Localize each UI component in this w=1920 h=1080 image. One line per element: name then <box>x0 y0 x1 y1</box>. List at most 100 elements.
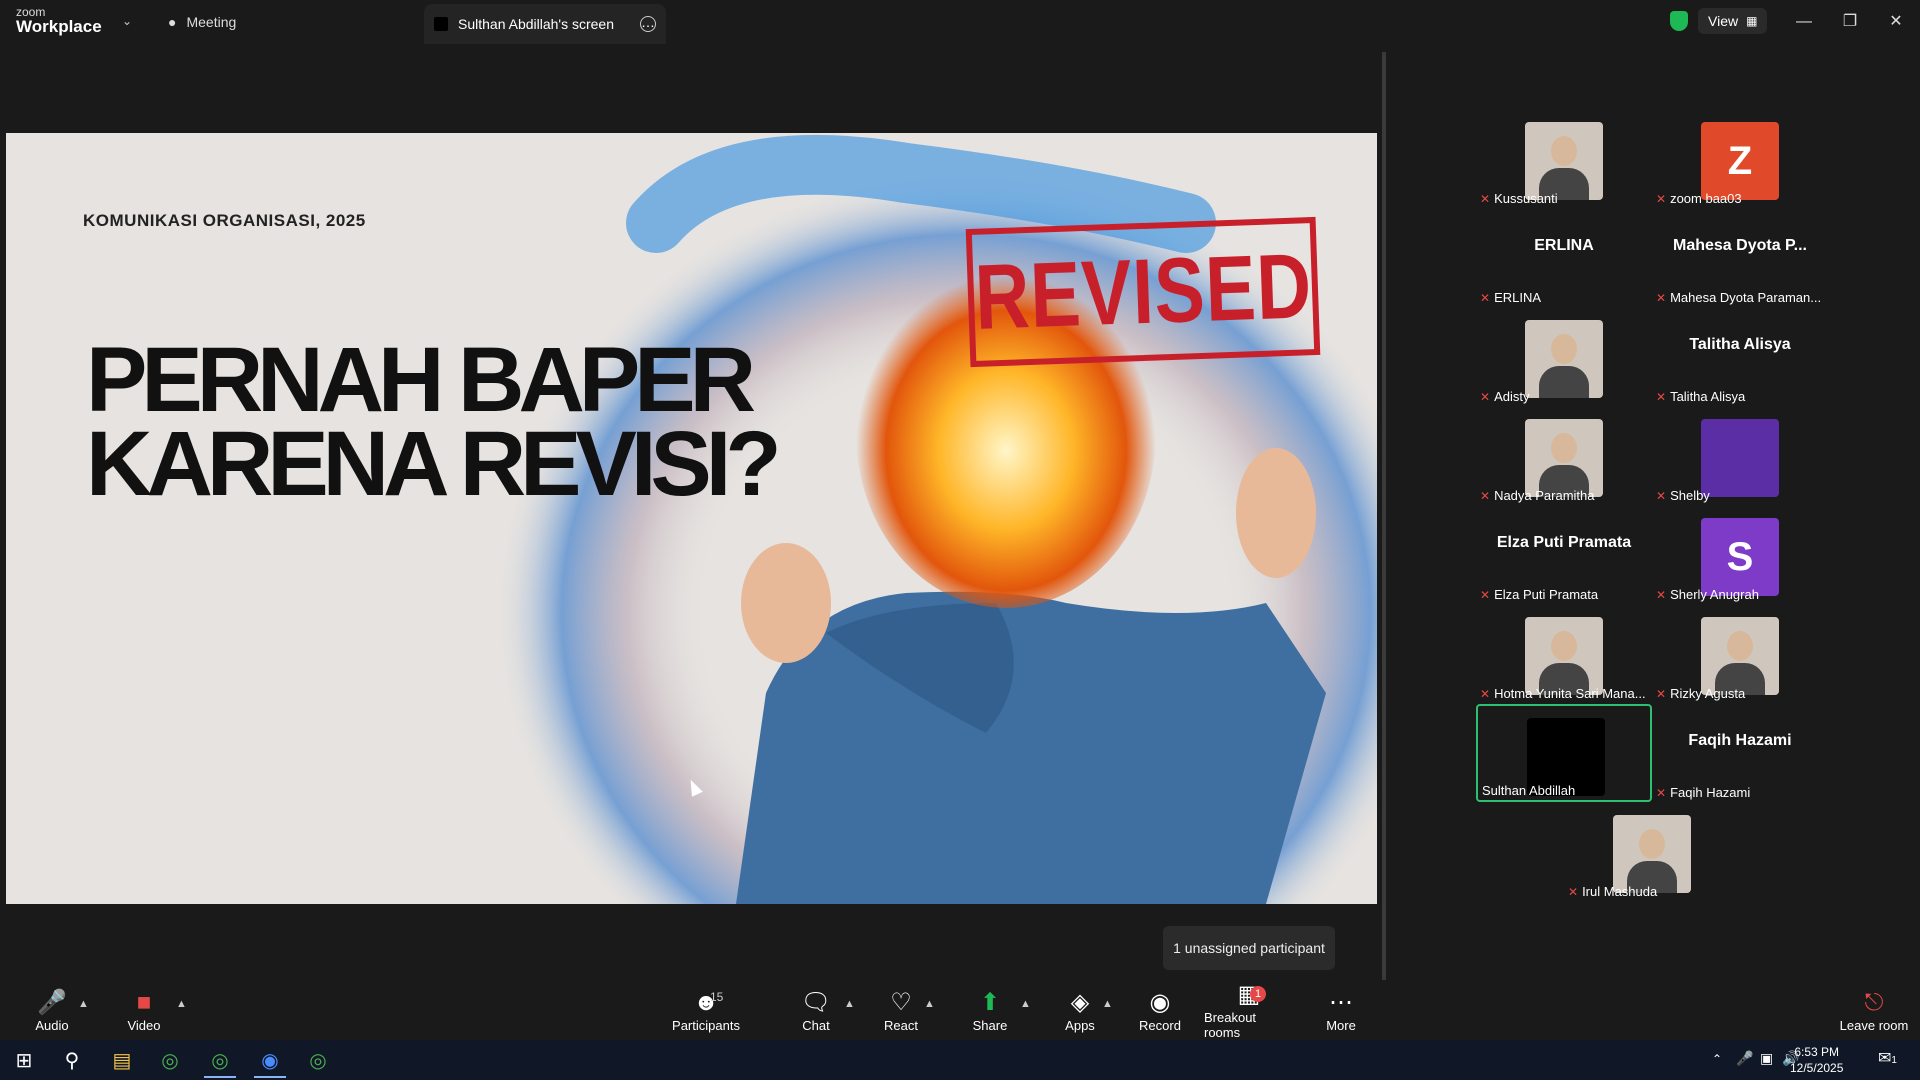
slide-title: PERNAH BAPER KARENA REVISI? <box>86 334 846 510</box>
breakout-label: Breakout rooms <box>1204 1010 1257 1040</box>
participant-name-label: ✕ Mahesa Dyota Paraman... <box>1656 290 1821 305</box>
participant-name: Adisty <box>1494 389 1530 404</box>
video-off-icon: ■ <box>136 988 152 1016</box>
close-icon[interactable]: ✕ <box>1884 10 1908 34</box>
record-label: Record <box>1139 1017 1181 1033</box>
tray-overflow-icon[interactable]: ⌃ <box>1712 1052 1722 1066</box>
mic-muted-icon: ✕ <box>1480 290 1491 305</box>
view-label: View <box>1708 13 1739 29</box>
app-logo: zoom Workplace <box>16 6 102 35</box>
participant-tile[interactable]: Sulthan Abdillah <box>1476 704 1652 802</box>
slide-kicker: KOMUNIKASI ORGANISASI, 2025 <box>83 211 366 230</box>
participant-display-name: Faqih Hazami <box>1688 732 1792 749</box>
apps-label: Apps <box>1065 1017 1095 1033</box>
screen-thumbnail-icon <box>434 17 448 31</box>
logo-text-workplace: Workplace <box>16 17 102 36</box>
participant-name: zoom baa03 <box>1670 191 1742 206</box>
participant-tile[interactable]: ✕ Hotma Yunita Sari Mana... <box>1476 605 1652 703</box>
file-explorer-icon[interactable]: ▤ <box>106 1044 138 1076</box>
network-icon[interactable]: ▣ <box>1760 1050 1773 1067</box>
mic-muted-icon: ✕ <box>1568 884 1579 899</box>
windows-start-icon[interactable]: ⊞ <box>8 1044 40 1076</box>
more-options-icon[interactable]: … <box>640 15 656 32</box>
restore-icon[interactable]: ❐ <box>1838 10 1862 34</box>
participant-name: Shelby <box>1670 488 1710 503</box>
audio-button[interactable]: 🎤 Audio <box>30 980 74 1040</box>
participant-name: ERLINA <box>1494 290 1542 305</box>
participants-label: Participants <box>672 1017 740 1033</box>
video-options-caret[interactable]: ▲ <box>176 998 187 1010</box>
participant-tile[interactable]: ✕ Irul Mashuda <box>1564 803 1740 901</box>
participants-button[interactable]: ☻ 15 Participants <box>666 980 746 1040</box>
chrome-icon[interactable]: ◎ <box>154 1044 186 1076</box>
leave-room-button[interactable]: ⎋ Leave room <box>1836 980 1912 1040</box>
participant-avatar: Z <box>1701 122 1779 200</box>
participant-tile[interactable]: ✕ Nadya Paramitha <box>1476 407 1652 505</box>
shield-check-icon[interactable] <box>1670 11 1688 31</box>
chevron-down-icon[interactable]: ⌄ <box>122 14 132 28</box>
apps-options-caret[interactable]: ▲ <box>1102 998 1113 1010</box>
minimize-icon[interactable]: — <box>1792 10 1816 34</box>
participant-display-name: ERLINA <box>1534 237 1594 254</box>
share-screen-icon: ⬆ <box>979 988 1001 1016</box>
notifications-icon[interactable]: ✉1 <box>1878 1048 1897 1068</box>
tab-meeting[interactable]: ● Meeting <box>168 0 236 44</box>
breakout-badge: 1 <box>1250 986 1266 1002</box>
search-icon[interactable]: ⚲ <box>56 1044 88 1076</box>
microphone-icon[interactable]: 🎤 <box>1736 1050 1753 1067</box>
participant-name-label: ✕ Talitha Alisya <box>1656 389 1745 404</box>
participant-tile[interactable]: ✕ Rizky Agusta <box>1652 605 1828 703</box>
participant-tile[interactable]: Z ✕ zoom baa03 <box>1652 110 1828 208</box>
participants-count: 15 <box>710 990 724 1004</box>
mic-muted-icon: ✕ <box>1656 587 1667 602</box>
participant-display-name: Elza Puti Pramata <box>1496 534 1632 551</box>
participant-tile[interactable]: ✕ Kussusanti <box>1476 110 1652 208</box>
panel-divider[interactable] <box>1382 52 1386 980</box>
paw-icon: ● <box>168 14 177 30</box>
chat-button[interactable]: 🗨 Chat <box>796 980 836 1040</box>
mic-muted-icon: ✕ <box>1656 686 1667 701</box>
participant-tile[interactable]: Talitha Alisya ✕ Talitha Alisya <box>1652 308 1828 406</box>
participant-tile[interactable]: ✕ Adisty <box>1476 308 1652 406</box>
more-button[interactable]: ⋯ More <box>1320 980 1362 1040</box>
participant-name-label: ✕ ERLINA <box>1480 290 1541 305</box>
participant-tile[interactable]: ERLINA ✕ ERLINA <box>1476 209 1652 307</box>
system-clock[interactable]: 6:53 PM 12/5/2025 <box>1790 1044 1843 1076</box>
chat-options-caret[interactable]: ▲ <box>844 998 855 1010</box>
record-button[interactable]: ◉ Record <box>1138 980 1182 1040</box>
apps-button[interactable]: ◈ Apps <box>1060 980 1100 1040</box>
share-button[interactable]: ⬆ Share <box>968 980 1012 1040</box>
video-button[interactable]: ■ Video <box>122 980 166 1040</box>
grid-view-icon: ▦ <box>1746 14 1758 28</box>
participant-name: Faqih Hazami <box>1670 785 1751 800</box>
leave-room-icon: ⎋ <box>1864 988 1884 1016</box>
participant-tile[interactable]: Elza Puti Pramata ✕ Elza Puti Pramata <box>1476 506 1652 604</box>
mic-muted-icon: ✕ <box>1656 191 1667 206</box>
participant-tile[interactable]: ✕ Shelby <box>1652 407 1828 505</box>
mic-muted-icon: 🎤 <box>37 988 67 1016</box>
participant-tile[interactable]: Mahesa Dyota P... ✕ Mahesa Dyota Paraman..… <box>1652 209 1828 307</box>
participant-name-label: Sulthan Abdillah <box>1482 783 1575 798</box>
revised-stamp: REVISED <box>965 216 1321 368</box>
audio-options-caret[interactable]: ▲ <box>78 998 89 1010</box>
participant-name: Kussusanti <box>1494 191 1558 206</box>
react-options-caret[interactable]: ▲ <box>924 998 935 1010</box>
participant-name-label: ✕ zoom baa03 <box>1656 191 1742 206</box>
participant-tile[interactable]: Faqih Hazami ✕ Faqih Hazami <box>1652 704 1828 802</box>
view-button[interactable]: View ▦ <box>1698 8 1768 34</box>
share-label: Share <box>972 1017 1008 1033</box>
participant-name: Irul Mashuda <box>1582 884 1658 899</box>
more-label: More <box>1326 1017 1356 1033</box>
react-button[interactable]: ♡ React <box>880 980 922 1040</box>
zoom-taskbar-icon[interactable]: ◉ <box>254 1044 286 1078</box>
participant-tile[interactable]: S ✕ Sherly Anugrah <box>1652 506 1828 604</box>
breakout-rooms-button[interactable]: ▦ 1 Breakout rooms <box>1204 980 1294 1040</box>
audio-label: Audio <box>35 1017 69 1033</box>
tab-shared-screen[interactable]: Sulthan Abdillah's screen … <box>424 4 666 44</box>
chrome-icon[interactable]: ◎ <box>302 1044 334 1076</box>
participant-name: Elza Puti Pramata <box>1494 587 1599 602</box>
chrome-icon[interactable]: ◎ <box>204 1044 236 1078</box>
share-options-caret[interactable]: ▲ <box>1020 998 1031 1010</box>
meeting-toolbar: 🎤 Audio ▲ ■ Video ▲ ☻ 15 Participants 🗨 … <box>0 980 1920 1040</box>
video-label: Video <box>127 1017 161 1033</box>
